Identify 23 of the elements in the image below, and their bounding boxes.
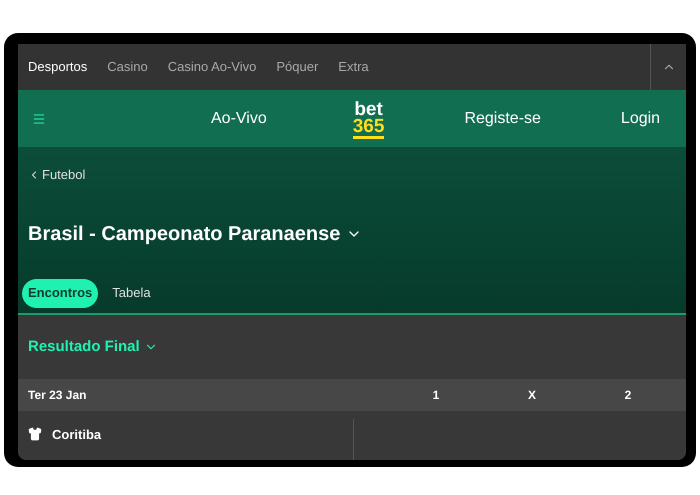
nav-link[interactable]: Login [620,106,660,130]
nav-link[interactable]: Ao-Vivo [211,106,267,130]
top-tab[interactable]: Casino Ao-Vivo [168,57,256,77]
column-header: X [526,387,537,404]
top-tab[interactable]: Póquer [276,57,318,77]
page-title: Brasil - Campeonato Paranaense [28,222,340,246]
menu-icon[interactable] [32,112,46,126]
logo-text: bet [354,101,383,118]
shirt-icon [28,427,42,441]
top-tab[interactable]: Casino [107,57,148,77]
column-header: 1 [432,387,440,404]
logo[interactable]: bet 365 [352,98,384,139]
nav-link[interactable]: Registe-se [464,106,541,130]
tab[interactable]: Tabela [106,278,157,308]
team-name: Coritiba [52,426,102,444]
logo-number: 365 [352,118,384,135]
top-tab[interactable]: Desportos [28,57,88,77]
top-tab[interactable]: Extra [338,57,369,77]
back-link[interactable]: Futebol [28,165,86,184]
market-selector[interactable]: Resultado Final [28,336,158,358]
tab[interactable]: Encontros [22,278,98,308]
date-label: Ter 23 Jan [28,387,88,404]
column-header: 2 [624,387,632,404]
